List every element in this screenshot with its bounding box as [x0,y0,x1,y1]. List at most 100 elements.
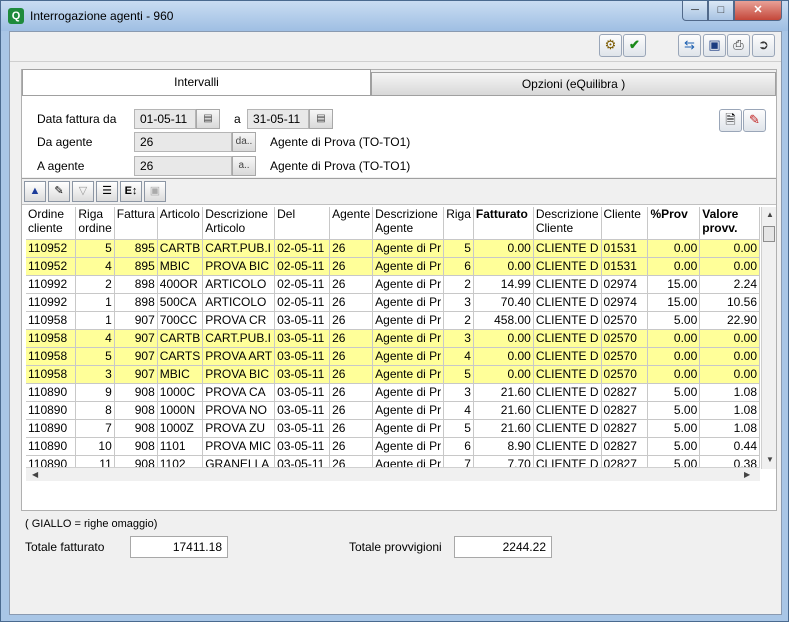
table-cell[interactable]: 8 [75,401,115,420]
table-cell[interactable]: 0.00 [647,365,701,384]
table-cell[interactable]: 6 [443,437,474,456]
data-from-field[interactable]: 01-05-11 [134,109,196,129]
table-cell[interactable]: 26 [329,347,374,366]
table-cell[interactable]: 907 [114,311,158,330]
table-cell[interactable]: 110890 [26,455,77,467]
table-cell[interactable]: 7.70 [473,455,534,467]
table-cell[interactable]: 02-05-11 [274,238,331,258]
table-cell[interactable]: 5.00 [647,383,701,402]
table-cell[interactable]: PROVA NO [202,401,276,420]
table-cell[interactable]: Agente di Pr [372,347,445,366]
table-cell[interactable]: CLIENTE D [533,275,602,294]
column-header[interactable]: Riga ordine [75,207,115,240]
table-row[interactable]: 110890 9 908 1000C PROVA CA 03-05-11 26 Agente … [26,383,760,402]
table-cell[interactable]: 400OR [157,275,204,294]
da-agente-lookup-button[interactable]: da.. [232,132,256,152]
filter-button[interactable]: ▽ [72,181,94,202]
table-cell[interactable]: 1000C [157,383,204,402]
table-cell[interactable]: 0.00 [699,257,760,276]
table-cell[interactable]: 22.90 [699,311,760,330]
table-cell[interactable]: 03-05-11 [274,419,331,438]
table-cell[interactable]: 908 [114,455,158,467]
table-cell[interactable]: 02827 [601,455,649,467]
table-cell[interactable]: 26 [329,329,374,348]
table-cell[interactable]: Agente di Pr [372,275,445,294]
table-cell[interactable]: 21.60 [473,383,534,402]
table-cell[interactable]: 1000Z [157,419,204,438]
settings-gear-button[interactable]: ⚙ [599,34,622,57]
scroll-right-icon[interactable]: ▶ [744,470,750,479]
table-cell[interactable]: 4 [443,401,474,420]
table-cell[interactable]: 110992 [26,275,77,294]
table-cell[interactable]: 1 [75,293,115,312]
table-cell[interactable]: 26 [329,293,374,312]
table-cell[interactable]: 10.56 [699,293,760,312]
edit-grid-button[interactable]: ✎ [48,181,70,202]
table-cell[interactable]: 8.90 [473,437,534,456]
calendar-to-button[interactable]: ▤ [309,109,333,129]
table-cell[interactable]: 7 [443,455,474,467]
table-cell[interactable]: 0.00 [473,365,534,384]
scroll-down-icon[interactable]: ▼ [766,455,774,464]
confirm-button[interactable]: ✔ [623,34,646,57]
data-to-field[interactable]: 31-05-11 [247,109,309,129]
table-cell[interactable]: 0.00 [699,329,760,348]
table-cell[interactable]: 26 [329,455,374,467]
table-cell[interactable]: 26 [329,257,374,276]
table-cell[interactable]: 3 [443,293,474,312]
table-cell[interactable]: 908 [114,419,158,438]
table-cell[interactable]: 02827 [601,401,649,420]
table-cell[interactable]: 908 [114,401,158,420]
table-row[interactable]: 110952 4 895 MBIC PROVA BIC 02-05-11 26 Agente … [26,257,760,276]
table-cell[interactable]: CLIENTE D [533,347,602,366]
table-cell[interactable]: Agente di Pr [372,293,445,312]
table-cell[interactable]: MBIC [157,257,204,276]
table-cell[interactable]: Agente di Pr [372,383,445,402]
table-cell[interactable]: 4 [443,347,474,366]
table-cell[interactable]: 0.00 [473,257,534,276]
table-cell[interactable]: PROVA BIC [202,257,276,276]
table-cell[interactable]: CLIENTE D [533,238,602,258]
column-header[interactable]: Ordine cliente [26,207,77,240]
table-cell[interactable]: 110890 [26,419,77,438]
table-cell[interactable]: 3 [443,383,474,402]
column-header[interactable]: Fatturato [473,207,534,240]
table-cell[interactable]: 895 [114,257,158,276]
table-cell[interactable]: PROVA CR [202,311,276,330]
columns-button[interactable]: ☰ [96,181,118,202]
table-cell[interactable]: 110890 [26,437,77,456]
table-cell[interactable]: CLIENTE D [533,257,602,276]
scroll-left-icon[interactable]: ◀ [32,470,38,479]
table-row[interactable]: 110958 4 907 CARTB CART.PUB.I 03-05-11 26 Agent… [26,329,760,348]
table-cell[interactable]: 110958 [26,311,77,330]
table-cell[interactable]: CARTB [157,238,204,258]
table-cell[interactable]: 0.38 [699,455,760,467]
table-cell[interactable]: 110958 [26,329,77,348]
table-cell[interactable]: 2 [443,275,474,294]
table-cell[interactable]: 03-05-11 [274,401,331,420]
horizontal-scrollbar[interactable]: ◀ ▶ [26,467,760,481]
table-row[interactable]: 110958 1 907 700CC PROVA CR 03-05-11 26 Agente … [26,311,760,330]
table-cell[interactable]: 03-05-11 [274,383,331,402]
table-cell[interactable]: CARTB [157,329,204,348]
column-header[interactable]: Descrizione Articolo [202,207,276,240]
table-cell[interactable]: CARTS [157,347,204,366]
table-cell[interactable]: CLIENTE D [533,437,602,456]
table-cell[interactable]: 908 [114,383,158,402]
tab-opzioni[interactable]: Opzioni (eQuilibra ) [371,72,776,96]
table-cell[interactable]: 03-05-11 [274,365,331,384]
column-header[interactable]: Riga [443,207,474,240]
export-excel-button[interactable]: E↕ [120,181,142,202]
table-cell[interactable]: 110958 [26,347,77,366]
table-cell[interactable]: 02827 [601,419,649,438]
table-cell[interactable]: 895 [114,238,158,258]
column-header[interactable]: Agente [329,207,374,240]
table-cell[interactable]: 21.60 [473,419,534,438]
table-cell[interactable]: Agente di Pr [372,437,445,456]
table-cell[interactable]: 0.00 [647,257,701,276]
table-cell[interactable]: 02570 [601,329,649,348]
lock-button[interactable]: ▣ [144,181,166,202]
table-cell[interactable]: 0.00 [473,347,534,366]
table-cell[interactable]: 0.00 [473,238,534,258]
table-cell[interactable]: Agente di Pr [372,419,445,438]
